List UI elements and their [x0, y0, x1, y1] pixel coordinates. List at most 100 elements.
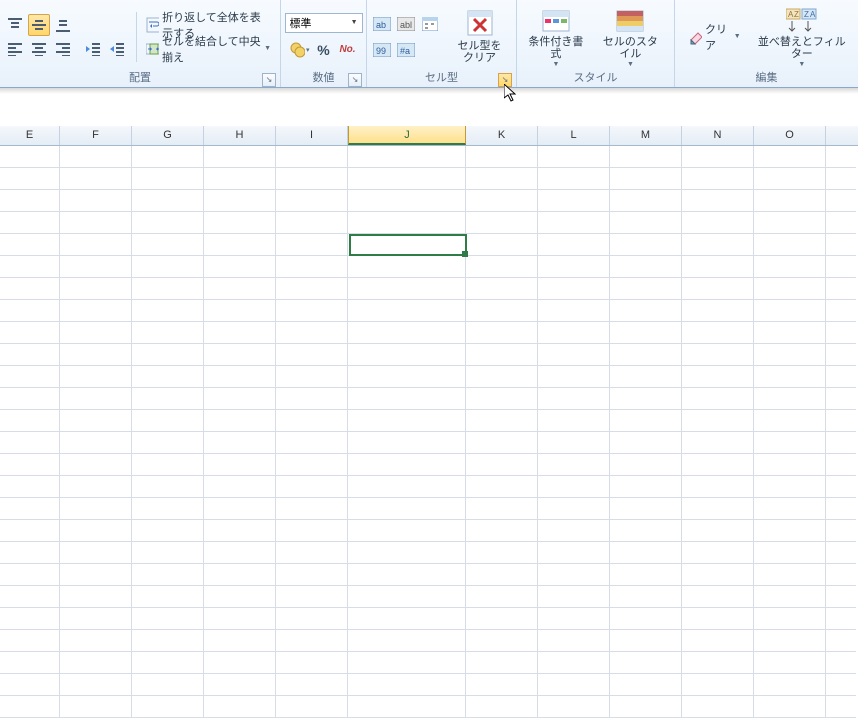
grid-cell[interactable] — [754, 652, 826, 674]
grid-cell[interactable] — [60, 454, 132, 476]
grid-cell[interactable] — [60, 432, 132, 454]
grid-row[interactable] — [0, 168, 858, 190]
grid-cell[interactable] — [538, 542, 610, 564]
grid-cell[interactable] — [132, 256, 204, 278]
grid-cell[interactable] — [60, 674, 132, 696]
grid-cell[interactable] — [754, 190, 826, 212]
grid-cell[interactable] — [610, 674, 682, 696]
grid-cell[interactable] — [538, 564, 610, 586]
grid-cell[interactable] — [204, 234, 276, 256]
grid-cell[interactable] — [0, 476, 60, 498]
grid-cell[interactable] — [610, 476, 682, 498]
grid-cell[interactable] — [538, 410, 610, 432]
grid-cell[interactable] — [204, 454, 276, 476]
clear-celltype-button[interactable]: セル型をクリア — [447, 4, 512, 70]
grid-cell[interactable] — [610, 278, 682, 300]
grid-row[interactable] — [0, 542, 858, 564]
grid-row[interactable] — [0, 366, 858, 388]
grid-cell[interactable] — [682, 366, 754, 388]
grid-cell[interactable] — [276, 344, 348, 366]
grid-cell[interactable] — [60, 146, 132, 168]
grid-cell[interactable] — [682, 190, 754, 212]
grid-cell[interactable] — [538, 300, 610, 322]
grid-cell[interactable] — [276, 190, 348, 212]
grid-cell[interactable] — [348, 674, 466, 696]
grid-cell[interactable] — [348, 564, 466, 586]
grid-cell[interactable] — [754, 476, 826, 498]
grid-cell[interactable] — [0, 586, 60, 608]
grid-cell[interactable] — [754, 630, 826, 652]
grid-cell[interactable] — [826, 146, 856, 168]
grid-cell[interactable] — [204, 586, 276, 608]
grid-cell[interactable] — [682, 278, 754, 300]
grid-cell[interactable] — [610, 542, 682, 564]
grid-row[interactable] — [0, 322, 858, 344]
grid-cell[interactable] — [466, 168, 538, 190]
col-header[interactable] — [826, 126, 856, 145]
grid-cell[interactable] — [466, 300, 538, 322]
celltype-launcher[interactable]: ↘ — [498, 73, 512, 87]
align-middle[interactable] — [28, 14, 50, 36]
grid-cell[interactable] — [348, 300, 466, 322]
grid-cell[interactable] — [276, 652, 348, 674]
grid-cell[interactable] — [204, 168, 276, 190]
grid-cell[interactable] — [132, 630, 204, 652]
grid-cell[interactable] — [132, 608, 204, 630]
grid-cell[interactable] — [826, 344, 856, 366]
grid-cell[interactable] — [204, 212, 276, 234]
grid-cell[interactable] — [276, 432, 348, 454]
grid-cell[interactable] — [0, 498, 60, 520]
col-header[interactable]: G — [132, 126, 204, 145]
grid-cell[interactable] — [826, 542, 856, 564]
grid-cell[interactable] — [538, 520, 610, 542]
grid-cell[interactable] — [60, 586, 132, 608]
grid-cell[interactable] — [0, 300, 60, 322]
number-format-select[interactable]: 標準 ▼ — [285, 13, 363, 33]
grid-cell[interactable] — [610, 212, 682, 234]
currency-button[interactable]: ▾ — [289, 39, 311, 61]
align-top[interactable] — [4, 14, 26, 36]
decrease-indent[interactable] — [82, 38, 104, 60]
grid-cell[interactable] — [348, 278, 466, 300]
grid-cell[interactable] — [754, 146, 826, 168]
grid-cell[interactable] — [276, 564, 348, 586]
grid-cell[interactable] — [826, 674, 856, 696]
grid-cell[interactable] — [682, 674, 754, 696]
grid-cell[interactable] — [276, 586, 348, 608]
grid-cell[interactable] — [60, 410, 132, 432]
grid-cell[interactable] — [348, 322, 466, 344]
grid-cell[interactable] — [610, 190, 682, 212]
comma-style-button[interactable]: No. — [337, 39, 359, 61]
grid-cell[interactable] — [754, 674, 826, 696]
grid-cell[interactable] — [610, 520, 682, 542]
grid-cell[interactable] — [132, 652, 204, 674]
grid-cell[interactable] — [466, 498, 538, 520]
grid-row[interactable] — [0, 674, 858, 696]
grid-cell[interactable] — [132, 190, 204, 212]
grid-cell[interactable] — [682, 498, 754, 520]
conditional-formatting-button[interactable]: 条件付き書式 ▼ — [521, 4, 591, 70]
grid-cell[interactable] — [60, 322, 132, 344]
grid-cell[interactable] — [132, 388, 204, 410]
grid-cell[interactable] — [0, 256, 60, 278]
grid-row[interactable] — [0, 344, 858, 366]
grid-cell[interactable] — [204, 652, 276, 674]
grid-cell[interactable] — [0, 278, 60, 300]
grid-cell[interactable] — [204, 564, 276, 586]
grid-cell[interactable] — [466, 432, 538, 454]
grid-cell[interactable] — [132, 696, 204, 718]
grid-cell[interactable] — [826, 212, 856, 234]
grid-cell[interactable] — [466, 652, 538, 674]
grid-cell[interactable] — [826, 608, 856, 630]
grid-cell[interactable] — [682, 586, 754, 608]
grid-cell[interactable] — [610, 300, 682, 322]
grid-cell[interactable] — [132, 542, 204, 564]
celltype-date[interactable] — [419, 13, 441, 35]
grid-cell[interactable] — [754, 300, 826, 322]
grid-cell[interactable] — [538, 432, 610, 454]
col-header[interactable]: N — [682, 126, 754, 145]
grid-cell[interactable] — [538, 234, 610, 256]
grid-row[interactable] — [0, 388, 858, 410]
grid-cell[interactable] — [610, 652, 682, 674]
grid-cell[interactable] — [132, 564, 204, 586]
